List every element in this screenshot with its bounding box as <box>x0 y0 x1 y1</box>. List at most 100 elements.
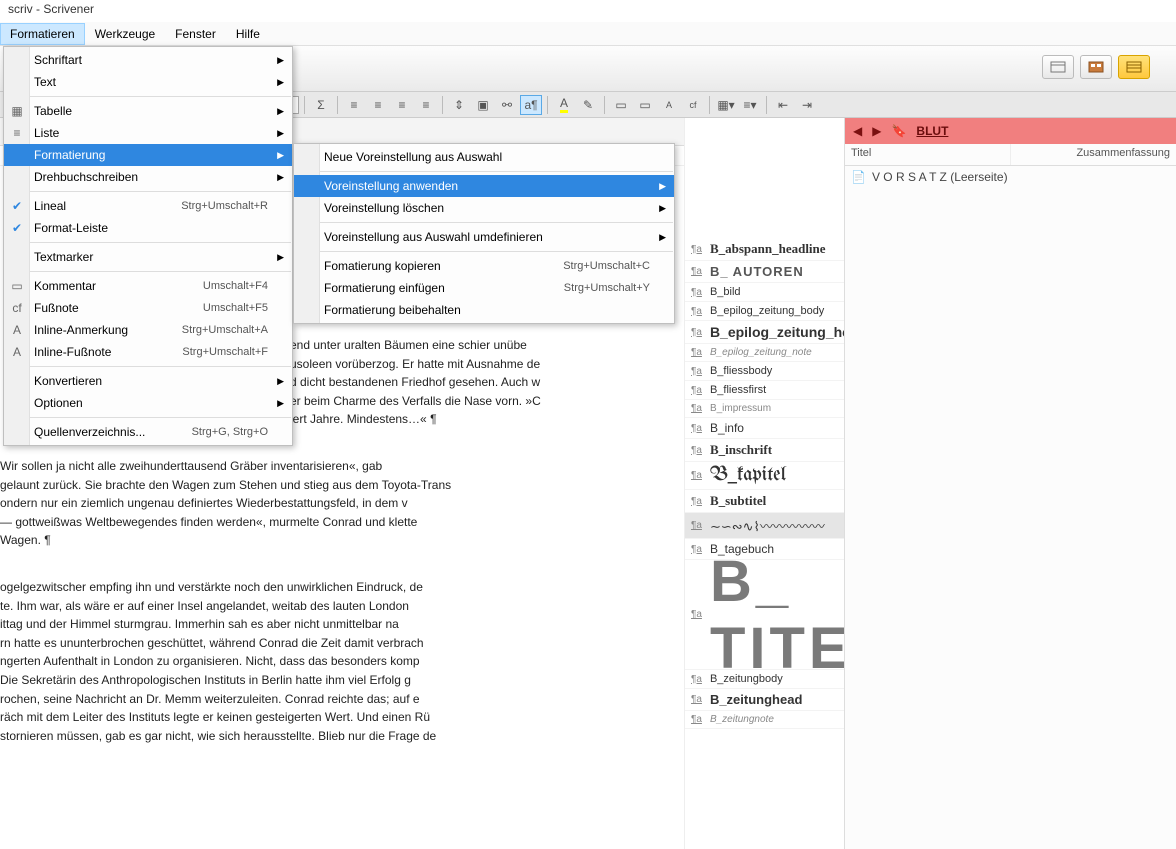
comment-tb-button[interactable]: ▭ <box>610 95 632 115</box>
comment-icon: ▭ <box>9 278 25 294</box>
editor-line[interactable]: rochen, seine Nachricht an Dr. Memm weit… <box>0 690 678 709</box>
inline-annot-button[interactable]: A <box>658 95 680 115</box>
style-b-abspann-headline[interactable]: ¶aB_abspann_headline <box>685 238 844 261</box>
inline-foot-button[interactable]: cf <box>682 95 704 115</box>
style-label: B_epilog_zeitung_header <box>710 324 844 340</box>
highlight-picker-button[interactable]: ✎ <box>577 95 599 115</box>
style-b-epilog-zeitung-body[interactable]: ¶aB_epilog_zeitung_body <box>685 302 844 321</box>
style-b-bild[interactable]: ¶aB_bild <box>685 283 844 302</box>
menuitem-inline-anmerkung[interactable]: AInline-AnmerkungStrg+Umschalt+A <box>4 319 292 341</box>
editor-line[interactable]: ittag und der Himmel sturmgrau. Immerhin… <box>0 615 678 634</box>
style-b-subtitel[interactable]: ¶aB_subtitel <box>685 490 844 513</box>
editor-line[interactable]: — gottweißwas Weltbewegendes finden werd… <box>0 513 678 532</box>
footnote-tb-button[interactable]: ▭ <box>634 95 656 115</box>
menuitem-tabelle[interactable]: ▦Tabelle▶ <box>4 100 292 122</box>
menuitem-format-leiste[interactable]: ✔Format-Leiste <box>4 217 292 239</box>
pilcrow-icon: ¶a <box>691 520 702 531</box>
list-tb-button[interactable]: ≡▾ <box>739 95 761 115</box>
inspector-title[interactable]: BLUT <box>916 124 948 138</box>
editor-line[interactable]: ondern nur ein ziemlich ungenau definier… <box>0 494 678 513</box>
style-b-zeitunghead[interactable]: ¶aB_zeitunghead <box>685 689 844 711</box>
pilcrow-icon: ¶a <box>691 366 702 377</box>
align-left-button[interactable]: ≡ <box>343 95 365 115</box>
view-cork-button[interactable] <box>1080 55 1112 79</box>
style-b-fliessfirst[interactable]: ¶aB_fliessfirst <box>685 381 844 400</box>
menuitem-formatierung[interactable]: Formatierung▶ <box>4 144 292 166</box>
menuitem-voreinstellung-anwenden[interactable]: Voreinstellung anwenden▶ <box>294 175 674 197</box>
menuitem-fomatierung-kopieren[interactable]: Fomatierung kopierenStrg+Umschalt+C <box>294 255 674 277</box>
col-title[interactable]: Titel <box>845 144 1010 165</box>
table-tb-button[interactable]: ▦▾ <box>715 95 737 115</box>
pilcrow-icon: ¶a <box>691 609 702 620</box>
style-b-fliessbody[interactable]: ¶aB_fliessbody <box>685 362 844 381</box>
menuitem-neue-voreinstellung-aus-auswahl[interactable]: Neue Voreinstellung aus Auswahl <box>294 146 674 168</box>
editor-line[interactable]: räch mit dem Leiter des Instituts legte … <box>0 708 678 727</box>
editor-line[interactable]: gelaunt zurück. Sie brachte den Wagen zu… <box>0 476 678 495</box>
menuitem-text[interactable]: Text▶ <box>4 71 292 93</box>
menuitem-fu-note[interactable]: cfFußnoteUmschalt+F5 <box>4 297 292 319</box>
menu-hilfe[interactable]: Hilfe <box>226 23 270 45</box>
pilcrow-icon: ¶a <box>691 266 702 277</box>
menuitem-inline-fu-note[interactable]: AInline-FußnoteStrg+Umschalt+F <box>4 341 292 363</box>
link-button[interactable]: ⚯ <box>496 95 518 115</box>
nav-prev-icon[interactable]: ◀ <box>853 124 862 138</box>
inspector-doc-row[interactable]: 📄 V O R S A T Z (Leerseite) <box>845 166 1176 188</box>
editor-line[interactable]: Wir sollen ja nicht alle zweihunderttaus… <box>0 457 678 476</box>
menuitem-kommentar[interactable]: ▭KommentarUmschalt+F4 <box>4 275 292 297</box>
style-b-epilog-zeitung-note[interactable]: ¶aB_epilog_zeitung_note <box>685 344 844 362</box>
window-title: scriv - Scrivener <box>8 2 94 16</box>
editor-line[interactable]: stornieren müssen, gab es gar nicht, wie… <box>0 727 678 746</box>
style-b-impressum[interactable]: ¶aB_impressum <box>685 400 844 418</box>
style-b-inschrift[interactable]: ¶aB_inschrift <box>685 439 844 462</box>
image-button[interactable]: ▣ <box>472 95 494 115</box>
menu-formatieren[interactable]: Formatieren <box>0 23 85 45</box>
format-menu[interactable]: Schriftart▶Text▶ ▦Tabelle▶≡Liste▶Formatie… <box>3 46 293 446</box>
menuitem-konvertieren[interactable]: Konvertieren▶ <box>4 370 292 392</box>
align-justify-button[interactable]: ≡ <box>415 95 437 115</box>
align-center-button[interactable]: ≡ <box>367 95 389 115</box>
linespacing-button[interactable]: ⇕ <box>448 95 470 115</box>
formatting-submenu[interactable]: Neue Voreinstellung aus Auswahl Voreinste… <box>293 143 675 324</box>
editor-line[interactable]: Wagen. ¶ <box>0 531 678 550</box>
A-icon: A <box>9 344 25 360</box>
align-right-button[interactable]: ≡ <box>391 95 413 115</box>
style-b-kapitel[interactable]: ¶aB_kapitel <box>685 462 844 490</box>
editor-line[interactable]: te. Ihm war, als wäre er auf einer Insel… <box>0 597 678 616</box>
menuitem-quellenverzeichnis-[interactable]: Quellenverzeichnis...Strg+G, Strg+O <box>4 421 292 443</box>
menuitem-liste[interactable]: ≡Liste▶ <box>4 122 292 144</box>
pilcrow-icon: ¶a <box>691 694 702 705</box>
menuitem-schriftart[interactable]: Schriftart▶ <box>4 49 292 71</box>
col-summary[interactable]: Zusammenfassung <box>1010 144 1176 165</box>
menuitem-formatierung-beibehalten[interactable]: Formatierung beibehalten <box>294 299 674 321</box>
style-b-zeitungnote[interactable]: ¶aB_zeitungnote <box>685 711 844 729</box>
menu-werkzeuge[interactable]: Werkzeuge <box>85 23 165 45</box>
pilcrow-icon: ¶a <box>691 327 702 338</box>
menuitem-voreinstellung-aus-auswahl-umdefinieren[interactable]: Voreinstellung aus Auswahl umdefinieren▶ <box>294 226 674 248</box>
editor-line[interactable]: rn hatte es ununterbrochen geschüttet, w… <box>0 634 678 653</box>
menuitem-lineal[interactable]: ✔LinealStrg+Umschalt+R <box>4 195 292 217</box>
sum-button[interactable]: Σ <box>310 95 332 115</box>
bookmark-icon[interactable]: 🔖 <box>891 124 906 138</box>
menuitem-voreinstellung-l-schen[interactable]: Voreinstellung löschen▶ <box>294 197 674 219</box>
view-single-button[interactable] <box>1042 55 1074 79</box>
menuitem-formatierung-einf-gen[interactable]: Formatierung einfügenStrg+Umschalt+Y <box>294 277 674 299</box>
style-b-titel[interactable]: ¶aB_ TITEL <box>685 560 844 670</box>
menuitem-textmarker[interactable]: Textmarker▶ <box>4 246 292 268</box>
view-outline-button[interactable] <box>1118 55 1150 79</box>
style-b-autoren[interactable]: ¶aB_ AUTOREN <box>685 261 844 283</box>
style-b-epilog-zeitung-header[interactable]: ¶a B_epilog_zeitung_header <box>685 321 844 344</box>
editor-line[interactable]: ngerten Aufenthalt in London zu organisi… <box>0 652 678 671</box>
style-label: B_epilog_zeitung_note <box>710 347 812 358</box>
nav-next-icon[interactable]: ▶ <box>872 124 881 138</box>
highlight-button[interactable]: A <box>553 95 575 115</box>
menuitem-drehbuchschreiben[interactable]: Drehbuchschreiben▶ <box>4 166 292 188</box>
style--deco-[interactable]: ¶a∼∽∾∿⌇〰〰〰〰〰 <box>685 513 844 539</box>
editor-line[interactable]: Die Sekretärin des Anthropologischen Ins… <box>0 671 678 690</box>
menuitem-optionen[interactable]: Optionen▶ <box>4 392 292 414</box>
editor-line[interactable]: ogelgezwitscher empfing ihn und verstärk… <box>0 578 678 597</box>
indent-button[interactable]: ⇥ <box>796 95 818 115</box>
style-b-info[interactable]: ¶aB_info <box>685 418 844 439</box>
invisibles-button[interactable]: a¶ <box>520 95 542 115</box>
menu-fenster[interactable]: Fenster <box>165 23 226 45</box>
outdent-button[interactable]: ⇤ <box>772 95 794 115</box>
